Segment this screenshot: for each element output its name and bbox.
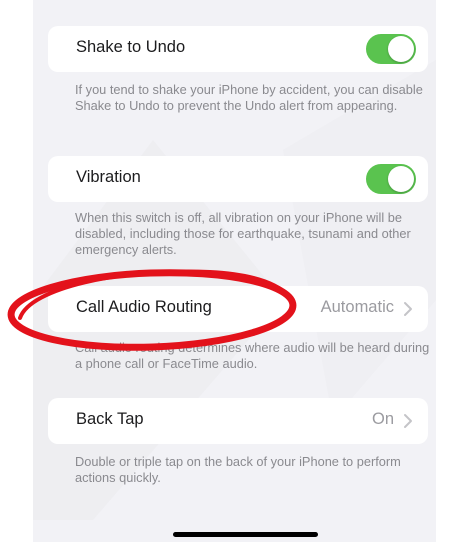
vibration-row: Vibration (48, 156, 428, 202)
call-audio-routing-value: Automatic (320, 298, 394, 316)
toggle-knob (388, 36, 414, 62)
vibration-label: Vibration (76, 168, 141, 186)
back-tap-value: On (371, 410, 394, 428)
back-tap-label: Back Tap (76, 410, 144, 428)
shake-to-undo-toggle[interactable] (366, 34, 416, 64)
toggle-knob (388, 166, 414, 192)
chevron-right-icon (404, 414, 412, 428)
back-tap-footer: Double or triple tap on the back of your… (75, 454, 401, 485)
shake-to-undo-label: Shake to Undo (76, 38, 186, 56)
vibration-toggle[interactable] (366, 164, 416, 194)
chevron-right-icon (404, 302, 412, 316)
shake-to-undo-footer: If you tend to shake your iPhone by acci… (75, 82, 423, 113)
call-audio-routing-label: Call Audio Routing (76, 298, 212, 316)
shake-to-undo-row: Shake to Undo (48, 26, 428, 72)
vibration-footer: When this switch is off, all vibration o… (75, 210, 411, 257)
settings-screen: Shake to Undo If you tend to shake your … (33, 0, 436, 542)
back-tap-row[interactable]: Back Tap On (48, 398, 428, 444)
call-audio-routing-row[interactable]: Call Audio Routing Automatic (48, 286, 428, 332)
home-indicator (173, 532, 318, 537)
call-audio-routing-footer: Call audio routing determines where audi… (75, 340, 430, 371)
